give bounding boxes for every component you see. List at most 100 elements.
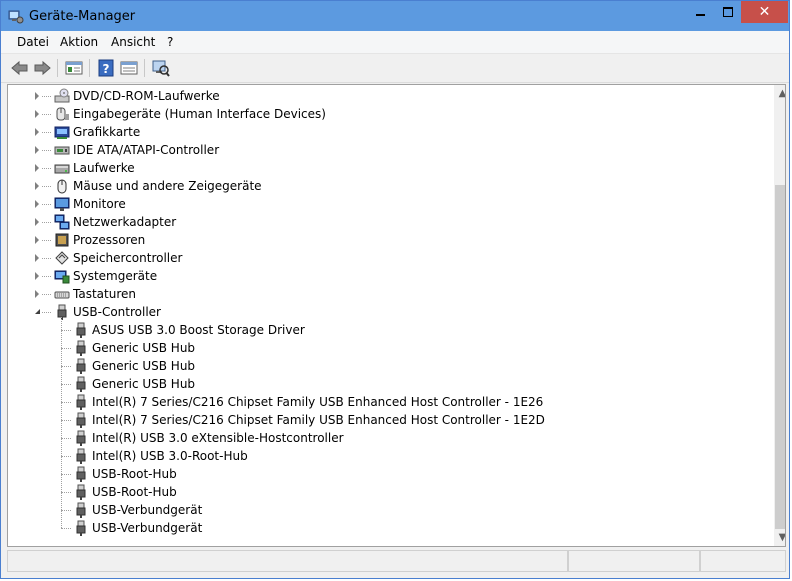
tree-connector bbox=[42, 186, 51, 187]
window-title: Geräte-Manager bbox=[29, 9, 136, 24]
tree-connector bbox=[61, 528, 71, 529]
expand-arrow-icon[interactable] bbox=[35, 164, 39, 172]
scan-hardware-icon[interactable] bbox=[151, 59, 171, 77]
collapse-arrow-icon[interactable] bbox=[35, 309, 40, 314]
category-row-hid[interactable]: Eingabegeräte (Human Interface Devices) bbox=[8, 105, 768, 123]
tree-connector bbox=[42, 240, 51, 241]
view-icon[interactable] bbox=[119, 59, 139, 77]
title-bar[interactable]: Geräte-Manager ✕ bbox=[1, 1, 789, 31]
scroll-up-icon[interactable]: ▲ bbox=[774, 85, 785, 102]
usb-device-row[interactable]: ASUS USB 3.0 Boost Storage Driver bbox=[8, 321, 768, 339]
expand-arrow-icon[interactable] bbox=[35, 290, 39, 298]
usb-icon bbox=[76, 412, 86, 428]
usb-icon bbox=[76, 502, 86, 518]
usb-device-label: Intel(R) 7 Series/C216 Chipset Family US… bbox=[92, 395, 544, 409]
close-button[interactable]: ✕ bbox=[741, 1, 788, 23]
category-row-mouse[interactable]: Mäuse und andere Zeigegeräte bbox=[8, 177, 768, 195]
usb-device-row[interactable]: Generic USB Hub bbox=[8, 339, 768, 357]
maximize-icon bbox=[723, 7, 733, 17]
back-icon[interactable] bbox=[10, 59, 30, 77]
category-label: USB-Controller bbox=[73, 305, 161, 319]
usb-icon bbox=[76, 322, 86, 338]
vertical-scrollbar[interactable]: ▲ ▼ bbox=[774, 85, 785, 546]
category-row-storage-controller[interactable]: Speichercontroller bbox=[8, 249, 768, 267]
tree-connector bbox=[42, 204, 51, 205]
scrollbar-thumb[interactable] bbox=[775, 185, 785, 529]
category-row-keyboard[interactable]: Tastaturen bbox=[8, 285, 768, 303]
ide-controller-icon bbox=[54, 146, 70, 155]
menu-aktion[interactable]: Aktion bbox=[60, 35, 98, 49]
usb-icon bbox=[76, 358, 86, 374]
usb-device-row[interactable]: Intel(R) 7 Series/C216 Chipset Family US… bbox=[8, 411, 768, 429]
usb-device-label: Intel(R) USB 3.0 eXtensible-Hostcontroll… bbox=[92, 431, 344, 445]
expand-arrow-icon[interactable] bbox=[35, 272, 39, 280]
menu-ansicht[interactable]: Ansicht bbox=[111, 35, 155, 49]
expand-arrow-icon[interactable] bbox=[35, 254, 39, 262]
usb-device-row[interactable]: Generic USB Hub bbox=[8, 357, 768, 375]
tree-connector bbox=[61, 456, 71, 457]
expand-arrow-icon[interactable] bbox=[35, 146, 39, 154]
category-row-graphics-card[interactable]: Grafikkarte bbox=[8, 123, 768, 141]
mouse-icon bbox=[57, 179, 67, 194]
usb-icon bbox=[57, 304, 67, 320]
help-icon[interactable]: ? bbox=[96, 59, 116, 77]
usb-device-row[interactable]: Intel(R) USB 3.0-Root-Hub bbox=[8, 447, 768, 465]
usb-device-row[interactable]: Intel(R) 7 Series/C216 Chipset Family US… bbox=[8, 393, 768, 411]
usb-icon bbox=[76, 520, 86, 536]
usb-device-row[interactable]: USB-Verbundgerät bbox=[8, 519, 768, 537]
usb-icon bbox=[76, 430, 86, 446]
usb-device-label: Intel(R) USB 3.0-Root-Hub bbox=[92, 449, 248, 463]
usb-device-row[interactable]: Generic USB Hub bbox=[8, 375, 768, 393]
tree-connector bbox=[42, 168, 51, 169]
tree-connector bbox=[61, 420, 71, 421]
tree-connector bbox=[42, 258, 51, 259]
category-row-system-devices[interactable]: Systemgeräte bbox=[8, 267, 768, 285]
usb-icon bbox=[76, 466, 86, 482]
category-label: Grafikkarte bbox=[73, 125, 141, 139]
forward-icon[interactable] bbox=[32, 59, 52, 77]
category-row-usb[interactable]: USB-Controller bbox=[8, 303, 768, 321]
disk-drive-icon bbox=[54, 164, 70, 174]
expand-arrow-icon[interactable] bbox=[35, 110, 39, 118]
usb-device-row[interactable]: USB-Verbundgerät bbox=[8, 501, 768, 519]
category-row-monitor[interactable]: Monitore bbox=[8, 195, 768, 213]
expand-arrow-icon[interactable] bbox=[35, 218, 39, 226]
tree-connector bbox=[61, 330, 71, 331]
category-label: Prozessoren bbox=[73, 233, 146, 247]
usb-device-label: USB-Verbundgerät bbox=[92, 521, 203, 535]
expand-arrow-icon[interactable] bbox=[35, 92, 39, 100]
tree-connector bbox=[42, 132, 51, 133]
maximize-button[interactable] bbox=[715, 1, 741, 23]
menu-bar: Datei Aktion Ansicht ? bbox=[1, 31, 789, 54]
expand-arrow-icon[interactable] bbox=[35, 128, 39, 136]
usb-device-row[interactable]: USB-Root-Hub bbox=[8, 465, 768, 483]
processor-icon bbox=[55, 233, 69, 247]
category-row-disk-drive[interactable]: Laufwerke bbox=[8, 159, 768, 177]
toolbar: ? bbox=[1, 54, 789, 83]
category-row-ide-controller[interactable]: IDE ATA/ATAPI-Controller bbox=[8, 141, 768, 159]
properties-icon[interactable] bbox=[64, 59, 84, 77]
tree-connector bbox=[61, 510, 71, 511]
usb-icon bbox=[76, 394, 86, 410]
menu-help[interactable]: ? bbox=[167, 35, 173, 49]
usb-device-row[interactable]: USB-Root-Hub bbox=[8, 483, 768, 501]
close-icon: ✕ bbox=[758, 4, 771, 20]
minimize-icon bbox=[696, 14, 705, 16]
category-row-dvd-drive[interactable]: DVD/CD-ROM-Laufwerke bbox=[8, 87, 768, 105]
category-row-processor[interactable]: Prozessoren bbox=[8, 231, 768, 249]
category-label: Mäuse und andere Zeigegeräte bbox=[73, 179, 262, 193]
network-adapter-icon bbox=[54, 214, 70, 230]
usb-device-label: Generic USB Hub bbox=[92, 359, 196, 373]
minimize-button[interactable] bbox=[687, 1, 715, 23]
expand-arrow-icon[interactable] bbox=[35, 182, 39, 190]
tree-connector bbox=[42, 150, 51, 151]
usb-device-row[interactable]: Intel(R) USB 3.0 eXtensible-Hostcontroll… bbox=[8, 429, 768, 447]
category-label: Laufwerke bbox=[73, 161, 135, 175]
tree-connector bbox=[61, 348, 71, 349]
expand-arrow-icon[interactable] bbox=[35, 236, 39, 244]
toolbar-separator bbox=[144, 59, 145, 77]
expand-arrow-icon[interactable] bbox=[35, 200, 39, 208]
menu-datei[interactable]: Datei bbox=[17, 35, 49, 49]
scroll-down-icon[interactable]: ▼ bbox=[774, 529, 785, 546]
category-row-network-adapter[interactable]: Netzwerkadapter bbox=[8, 213, 768, 231]
